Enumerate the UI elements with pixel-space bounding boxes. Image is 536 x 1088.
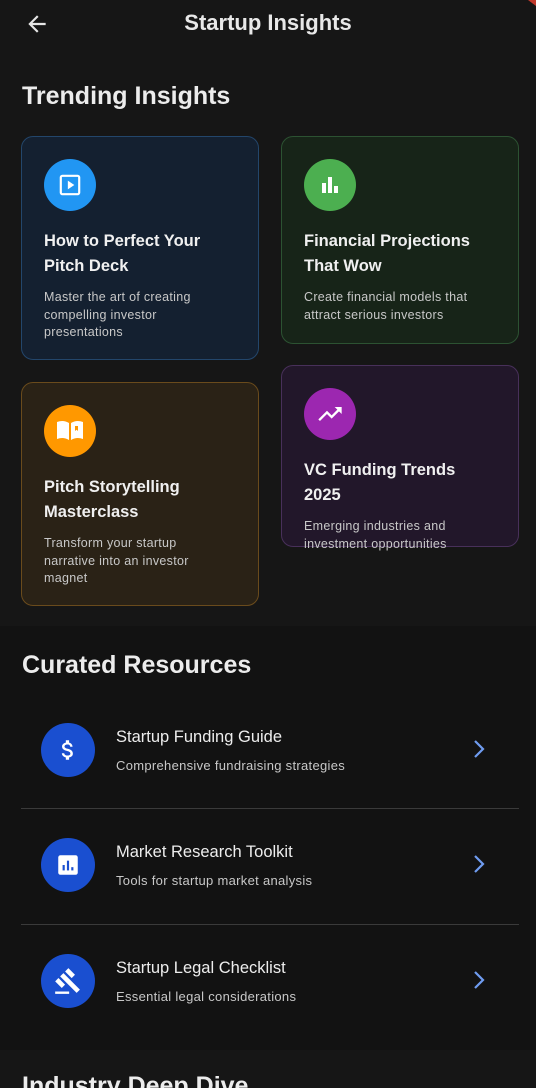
chevron-right-icon [469, 851, 489, 877]
card-title: VC Funding Trends 2025 [304, 461, 456, 504]
insight-card-financial-projections[interactable]: Financial Projections That Wow Create fi… [281, 136, 519, 344]
trending-heading: Trending Insights [22, 82, 231, 110]
app-bar: Startup Insights [0, 0, 536, 48]
resource-icon-circle [41, 723, 95, 777]
resources-heading: Curated Resources [22, 651, 252, 679]
card-title: Financial Projections That Wow [304, 232, 470, 275]
debug-banner-corner [528, 0, 536, 6]
divider [21, 808, 519, 809]
insight-card-storytelling[interactable]: Pitch Storytelling Masterclass Transform… [21, 382, 259, 606]
resource-icon-circle [41, 954, 95, 1008]
card-icon-circle [44, 405, 96, 457]
trending-up-icon [318, 407, 342, 421]
card-icon-circle [304, 159, 356, 211]
resource-market-research[interactable]: Market Research Toolkit Tools for startu… [21, 813, 519, 928]
card-icon-circle [304, 388, 356, 440]
resource-subtitle: Essential legal considerations [116, 989, 297, 1004]
resource-title: Market Research Toolkit [116, 843, 293, 861]
chevron-right-icon [469, 736, 489, 762]
resource-funding-guide[interactable]: Startup Funding Guide Comprehensive fund… [21, 698, 519, 813]
card-title: How to Perfect Your Pitch Deck [44, 232, 201, 275]
dollar-icon [61, 740, 73, 760]
card-description: Master the art of creating compelling in… [44, 290, 191, 339]
industry-heading: Industry Deep Dive [22, 1072, 249, 1088]
trending-section: Trending Insights How to Perfect Your Pi… [0, 48, 536, 626]
insight-card-vc-trends[interactable]: VC Funding Trends 2025 Emerging industri… [281, 365, 519, 551]
page-title: Startup Insights [184, 10, 352, 35]
resource-title: Startup Legal Checklist [116, 959, 286, 977]
resource-title: Startup Funding Guide [116, 728, 283, 746]
card-description: Transform your startup narrative into an… [44, 536, 189, 585]
book-icon [57, 420, 83, 440]
resource-subtitle: Comprehensive fundraising strategies [116, 758, 346, 773]
bar-chart-icon [322, 177, 338, 193]
card-description: Emerging industries and investment oppor… [304, 519, 447, 551]
insight-card-pitch-deck[interactable]: How to Perfect Your Pitch Deck Master th… [21, 136, 259, 360]
industry-section: Industry Deep Dive [0, 1050, 536, 1088]
card-description: Create financial models that attract ser… [304, 290, 468, 322]
divider [21, 924, 519, 925]
play-icon [59, 174, 81, 196]
resource-subtitle: Tools for startup market analysis [116, 873, 313, 888]
resource-icon-circle [41, 838, 95, 892]
card-title: Pitch Storytelling Masterclass [44, 478, 180, 521]
analytics-icon [58, 855, 78, 875]
card-icon-circle [44, 159, 96, 211]
chevron-right-icon [469, 967, 489, 993]
gavel-icon [55, 968, 80, 994]
resource-legal-checklist[interactable]: Startup Legal Checklist Essential legal … [21, 929, 519, 1044]
